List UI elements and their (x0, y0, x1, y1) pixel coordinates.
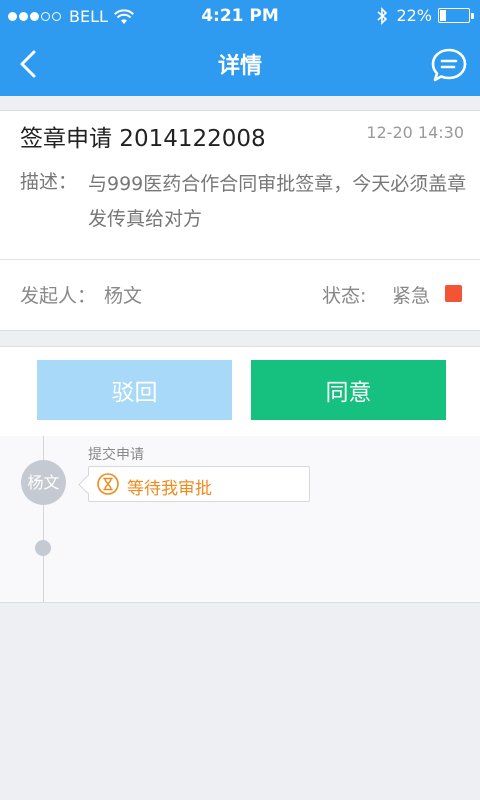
status-text: 等待我审批 (127, 479, 212, 499)
bluetooth-icon (377, 6, 388, 25)
step-label: 提交申请 (88, 447, 144, 463)
reject-button[interactable]: 驳回 (37, 360, 232, 420)
request-title: 签章申请 2014122008 (20, 126, 266, 152)
battery-icon (438, 8, 474, 23)
page-title: 详情 (217, 54, 262, 79)
request-card: 签章申请 2014122008 12-20 14:30 描述： 与999医药合作… (0, 110, 480, 331)
state-label: 状态: (322, 285, 367, 307)
description-label: 描述： (20, 171, 78, 193)
action-bar: 驳回 同意 (0, 346, 480, 438)
battery-fill (440, 10, 446, 21)
status-right: 22% (376, 6, 474, 25)
status-bar: BELL 4:21 PM 22% (0, 0, 480, 34)
state-value: 紧急 (392, 285, 431, 307)
request-time: 12-20 14:30 (366, 123, 464, 142)
approval-timeline: 提交申请 杨文 等待我审批 (0, 436, 480, 603)
top-bar: BELL 4:21 PM 22% 详情 (0, 0, 480, 96)
status-bubble: 等待我审批 (88, 466, 310, 502)
description-text: 与999医药合作合同审批签章，今天必须盖章发传真给对方 (88, 173, 467, 230)
battery-percent: 22% (396, 6, 432, 25)
hourglass-icon (97, 473, 119, 495)
card-divider (0, 259, 480, 260)
chat-bubble-icon[interactable] (430, 46, 468, 84)
starter-label: 发起人： (20, 285, 97, 307)
starter-name: 杨文 (104, 285, 143, 307)
urgent-indicator (445, 285, 462, 302)
avatar[interactable]: 杨文 (21, 460, 66, 505)
timeline-dot (35, 540, 51, 556)
agree-button[interactable]: 同意 (251, 360, 446, 420)
